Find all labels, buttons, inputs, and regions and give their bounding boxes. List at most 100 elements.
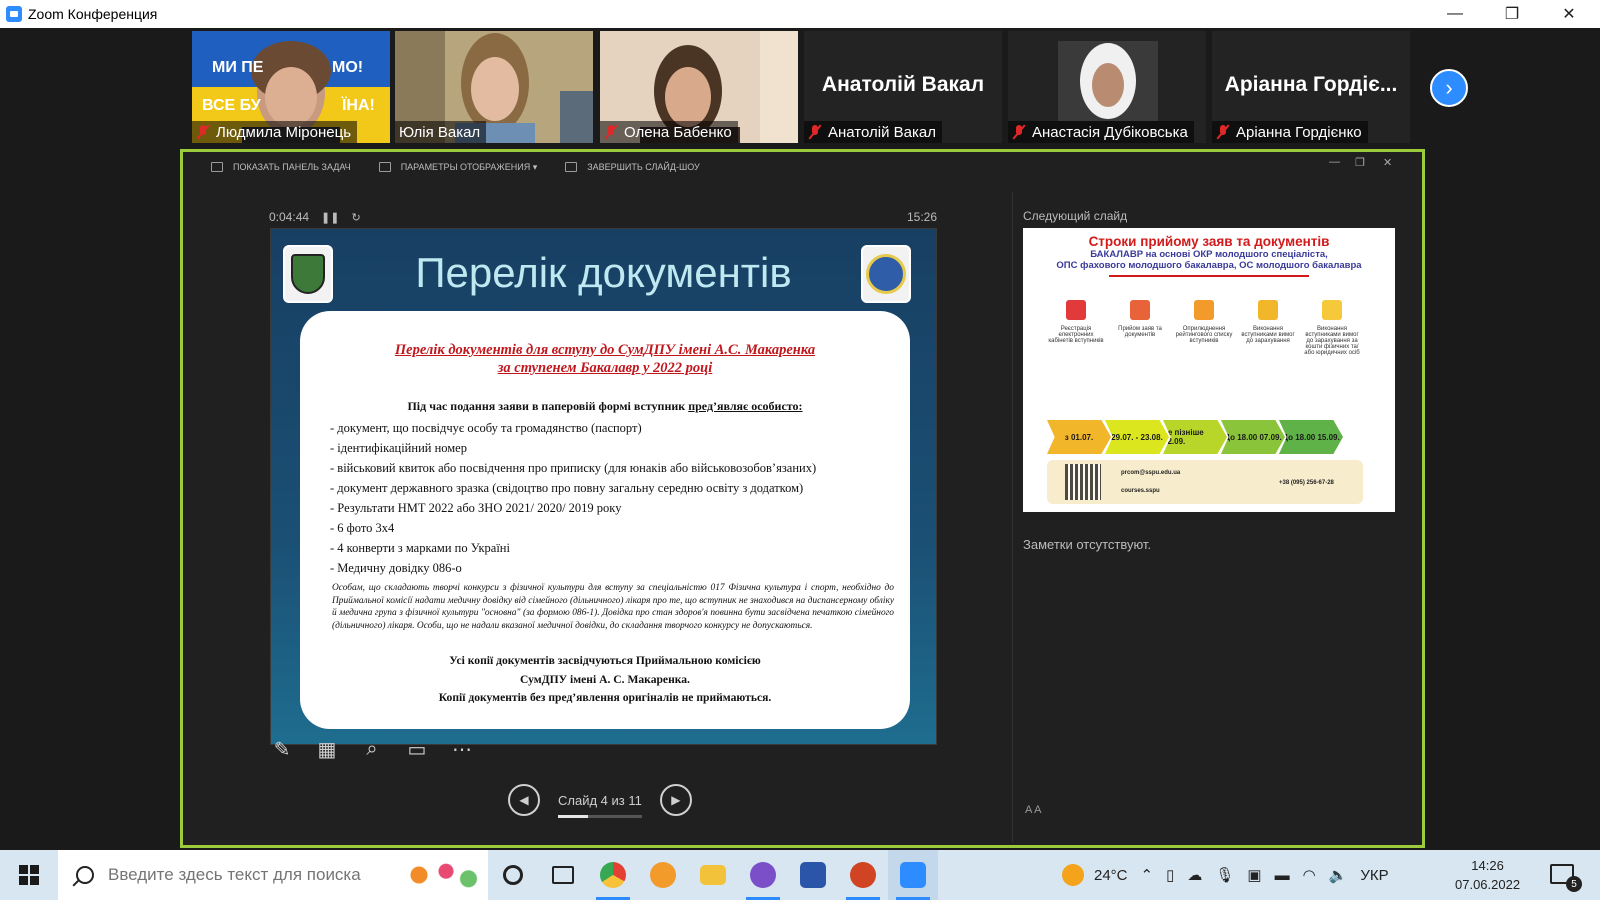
participant-tile[interactable]: Олена Бабенко <box>600 31 798 143</box>
windows-taskbar: 24°C ⌃ ▯ ☁ 🎙 ▣ ▬ ◠ 🔈 УКР 14:26 07.06.202… <box>0 850 1600 900</box>
timeline-label: Виконання вступниками вимог до зарахуван… <box>1304 326 1360 356</box>
presenter-minimize-button[interactable]: — <box>1329 156 1340 168</box>
medical-note: Особам, що складають творчі конкурси з ф… <box>332 583 894 631</box>
search-highlight-icon <box>392 856 482 894</box>
next-slide-button[interactable]: ▶ <box>659 784 692 816</box>
show-taskbar-button[interactable]: ПОКАЗАТЬ ПАНЕЛЬ ЗАДАЧ <box>211 162 351 172</box>
restore-button[interactable]: ❐ <box>1483 0 1541 28</box>
viber-icon[interactable] <box>738 850 788 900</box>
language-indicator[interactable]: УКР <box>1360 867 1388 884</box>
footer-line: Копії документів без пред’явлення оригін… <box>438 691 772 705</box>
notifications-icon[interactable]: 5 <box>1550 864 1582 892</box>
slide-progress-fill <box>558 814 589 818</box>
show-taskbar-label: ПОКАЗАТЬ ПАНЕЛЬ ЗАДАЧ <box>233 162 351 172</box>
timeline-icon <box>1322 300 1342 320</box>
display-icon[interactable]: ▣ <box>1247 866 1261 884</box>
end-slideshow-button[interactable]: ЗАВЕРШИТЬ СЛАЙД-ШОУ <box>565 162 700 172</box>
contacts-bar: prcom@sspu.edu.ua courses.sspu +38 (095)… <box>1047 460 1363 504</box>
more-options-icon[interactable]: ⋯ <box>449 736 475 762</box>
timeline-label: Реєстрація електронних кабінетів вступни… <box>1048 326 1104 344</box>
minimize-button[interactable]: — <box>1426 0 1484 28</box>
participant-tile[interactable]: МИ ПЕ МО! ВСЕ БУ ЇНА! Людмила Міронець <box>192 31 390 143</box>
search-input[interactable] <box>108 865 378 885</box>
task-view-icon[interactable] <box>538 850 588 900</box>
restart-timer-icon[interactable]: ↻ <box>351 211 360 224</box>
timeline-column: Реєстрація електронних кабінетів вступни… <box>1047 296 1105 428</box>
display-settings-label: ПАРАМЕТРЫ ОТОБРАЖЕНИЯ ▾ <box>400 161 538 172</box>
window-titlebar: Zoom Конференция — ❐ ✕ <box>0 0 1600 28</box>
timeline-date: 29.07. - 23.08. <box>1105 420 1169 454</box>
system-tray: 24°C ⌃ ▯ ☁ 🎙 ▣ ▬ ◠ 🔈 УКР <box>1062 850 1402 900</box>
display-settings-button[interactable]: ПАРАМЕТРЫ ОТОБРАЖЕНИЯ ▾ <box>378 161 538 173</box>
see-all-slides-icon[interactable]: ▦ <box>314 736 340 762</box>
presenter-toolbar: ПОКАЗАТЬ ПАНЕЛЬ ЗАДАЧ ПАРАМЕТРЫ ОТОБРАЖЕ… <box>183 152 1422 182</box>
battery-icon[interactable]: ▬ <box>1275 867 1290 884</box>
shared-screen: ПОКАЗАТЬ ПАНЕЛЬ ЗАДАЧ ПАРАМЕТРЫ ОТОБРАЖЕ… <box>180 149 1425 848</box>
onedrive-icon[interactable]: ☁ <box>1187 866 1202 884</box>
participant-gallery: МИ ПЕ МО! ВСЕ БУ ЇНА! Людмила Міронець Ю… <box>0 28 1600 146</box>
slide-counter-text: Слайд 4 из 11 <box>558 792 642 808</box>
weather-icon[interactable] <box>1062 864 1084 886</box>
panel-divider[interactable] <box>1012 192 1013 842</box>
list-item: військовий квиток або посвідчення про пр… <box>330 458 910 478</box>
next-slide-subtitle: БАКАЛАВР на основі ОКР молодшого спеціал… <box>1090 249 1328 260</box>
microphone-icon[interactable]: 🎙 <box>1215 866 1234 884</box>
previous-slide-button[interactable]: ◀ <box>508 784 540 816</box>
participant-name: Олена Бабенко <box>624 123 732 141</box>
contact-phone: +38 (095) 256-67-28 <box>1279 480 1334 486</box>
contact-site: courses.sspu <box>1121 488 1160 494</box>
pen-icon[interactable]: ✎ <box>269 736 295 762</box>
browser-icon[interactable] <box>638 850 688 900</box>
windows-logo-icon <box>19 865 39 885</box>
end-slideshow-label: ЗАВЕРШИТЬ СЛАЙД-ШОУ <box>587 162 700 172</box>
timeline-date: не пізніше 02.09. <box>1163 420 1227 454</box>
participant-name: Юлія Вакал <box>399 123 481 141</box>
screen-icon[interactable]: ▭ <box>404 736 430 762</box>
font-size-controls[interactable]: A A <box>1025 804 1042 816</box>
participant-tile[interactable]: Анатолій Вакал Анатолій Вакал <box>804 31 1002 143</box>
contact-email: prcom@sspu.edu.ua <box>1121 470 1181 476</box>
list-item: Медичну довідку 086-о <box>330 558 910 578</box>
file-explorer-icon[interactable] <box>688 850 738 900</box>
participant-tile[interactable]: Анастасія Дубіковська <box>1008 31 1206 143</box>
start-button[interactable] <box>0 850 58 900</box>
timeline-date: До 18.00 15.09. <box>1279 420 1343 454</box>
pause-icon[interactable]: ❚❚ <box>321 211 339 224</box>
save-app-icon[interactable] <box>788 850 838 900</box>
volume-icon[interactable]: 🔈 <box>1329 866 1348 884</box>
taskbar-clock[interactable]: 14:26 07.06.2022 <box>1455 856 1520 894</box>
list-item: документ державного зразка (свідоцтво пр… <box>330 478 910 498</box>
next-slide-title: Строки прийому заяв та документів <box>1088 234 1330 249</box>
mic-muted-icon <box>604 124 618 140</box>
chevron-up-icon[interactable]: ⌃ <box>1141 866 1154 884</box>
qr-code-icon <box>1065 464 1101 500</box>
current-slide[interactable]: Перелік документів Перелік документів дл… <box>270 228 937 745</box>
presenter-restore-button[interactable]: ❐ <box>1355 156 1365 169</box>
taskbar-time: 14:26 <box>1471 858 1504 873</box>
next-slide-subtitle: ОПС фахового молодшого бакалавра, ОС мол… <box>1056 260 1362 271</box>
powerpoint-icon[interactable] <box>838 850 888 900</box>
gallery-next-button[interactable]: › <box>1430 69 1468 107</box>
slide-heading: Перелік документів для вступу до СумДПУ … <box>300 341 910 377</box>
close-button[interactable]: ✕ <box>1540 0 1598 28</box>
timeline-icon <box>1194 300 1214 320</box>
divider-line <box>1109 275 1309 277</box>
participant-tile-active-speaker[interactable]: Юлія Вакал <box>395 31 593 143</box>
participant-tile[interactable]: Аріанна Гордіє... Аріанна Гордієнко <box>1212 31 1410 143</box>
cortana-icon[interactable] <box>488 850 538 900</box>
presenter-close-button[interactable]: ✕ <box>1383 156 1392 169</box>
end-slideshow-icon <box>565 162 578 172</box>
timeline-icon <box>1258 300 1278 320</box>
zoom-icon[interactable] <box>888 850 938 900</box>
weather-temperature[interactable]: 24°C <box>1094 867 1128 884</box>
slide-lead: Під час подання заяви в паперовій формі … <box>300 399 910 414</box>
timeline-icon <box>1130 300 1150 320</box>
zoom-magnifier-icon[interactable]: ⌕ <box>359 736 385 762</box>
device-icon[interactable]: ▯ <box>1166 866 1174 884</box>
wifi-icon[interactable]: ◠ <box>1303 866 1316 884</box>
current-time: 15:26 <box>907 210 938 224</box>
slide-heading-line: за ступенем Бакалавр у 2022 році <box>497 360 713 376</box>
next-slide-preview[interactable]: Строки прийому заяв та документів БАКАЛА… <box>1023 228 1395 512</box>
taskbar-search[interactable] <box>58 850 488 900</box>
chrome-icon[interactable] <box>588 850 638 900</box>
